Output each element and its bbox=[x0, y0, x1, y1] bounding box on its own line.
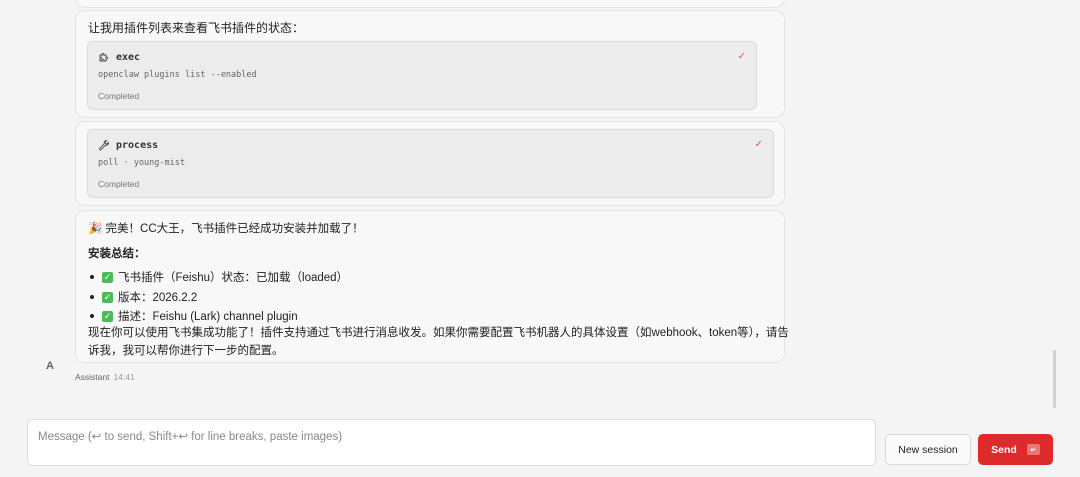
tool-call-header: process bbox=[98, 139, 158, 151]
avatar: A bbox=[46, 360, 54, 372]
sender-name: Assistant bbox=[75, 372, 110, 382]
tool-call-header: exec bbox=[98, 51, 140, 63]
message-paragraph: 诉我，我可以帮你进行下一步的配置。 bbox=[88, 345, 284, 357]
wrench-icon bbox=[99, 140, 109, 151]
list-item: ✓ 描述：Feishu (Lark) channel plugin bbox=[90, 308, 298, 324]
checkbox-checked-icon: ✓ bbox=[102, 291, 113, 303]
list-item: ✓ 版本：2026.2.2 bbox=[90, 289, 197, 305]
message-text: 让我用插件列表来查看飞书插件的状态： bbox=[88, 21, 305, 35]
tool-name: process bbox=[116, 139, 159, 151]
checkbox-checked-icon: ✓ bbox=[102, 310, 113, 322]
list-item-text: 描述：Feishu (Lark) channel plugin bbox=[118, 311, 298, 323]
check-icon: ✓ bbox=[754, 139, 763, 150]
new-session-button[interactable]: New session bbox=[885, 434, 971, 465]
tool-command: openclaw plugins list --enabled bbox=[98, 70, 257, 80]
tool-status: Completed bbox=[98, 179, 140, 189]
send-button[interactable]: Send ↵ bbox=[978, 434, 1053, 465]
tool-status: Completed bbox=[98, 91, 140, 101]
message-meta: Assistant 14:41 bbox=[75, 372, 135, 382]
message-bubble-exec: 让我用插件列表来查看飞书插件的状态： exec openclaw plugins… bbox=[75, 10, 785, 118]
tool-name: exec bbox=[116, 51, 141, 63]
chat-thread: 让我用插件列表来查看飞书插件的状态： exec openclaw plugins… bbox=[0, 0, 1080, 410]
message-composer bbox=[27, 419, 876, 466]
checkbox-checked-icon: ✓ bbox=[102, 271, 113, 283]
puzzle-icon bbox=[99, 52, 109, 62]
list-item: ✓ 飞书插件（Feishu）状态：已加载（loaded） bbox=[90, 269, 348, 285]
scrollbar[interactable] bbox=[1053, 350, 1056, 408]
summary-heading: 安装总结： bbox=[88, 248, 146, 260]
list-item-text: 版本：2026.2.2 bbox=[118, 292, 198, 304]
message-time: 14:41 bbox=[113, 372, 135, 382]
bullet-dot bbox=[90, 275, 94, 279]
bullet-dot bbox=[90, 295, 94, 299]
bullet-dot bbox=[90, 314, 94, 318]
message-title: 🎉 完美！CC大王，飞书插件已经成功安装并加载了！ bbox=[88, 223, 364, 235]
enter-key-icon: ↵ bbox=[1026, 444, 1040, 455]
message-bubble-final: 🎉 完美！CC大王，飞书插件已经成功安装并加载了！ 安装总结： ✓ 飞书插件（F… bbox=[75, 210, 789, 363]
message-input[interactable] bbox=[28, 420, 875, 465]
tool-call-card-process[interactable]: process poll · young-mist Completed ✓ bbox=[87, 129, 774, 198]
message-paragraph: 现在你可以使用飞书集成功能了！插件支持通过飞书进行消息收发。如果你需要配置飞书机… bbox=[88, 327, 789, 339]
message-bubble-process: process poll · young-mist Completed ✓ bbox=[75, 121, 785, 206]
check-icon: ✓ bbox=[737, 51, 746, 62]
list-item-text: 飞书插件（Feishu）状态：已加载（loaded） bbox=[118, 272, 349, 284]
tool-detail: poll · young-mist bbox=[98, 158, 185, 168]
send-button-label: Send bbox=[991, 443, 1017, 456]
tool-call-card-exec[interactable]: exec openclaw plugins list --enabled Com… bbox=[87, 41, 757, 110]
message-bubble-previous bbox=[75, 0, 785, 8]
